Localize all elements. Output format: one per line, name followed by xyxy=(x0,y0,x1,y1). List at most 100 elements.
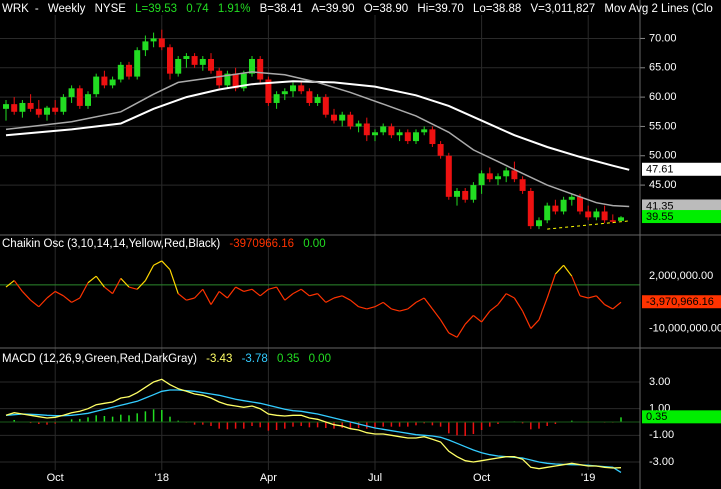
exchange: NYSE xyxy=(94,3,126,15)
price-tick-label: 65.00 xyxy=(649,62,677,74)
candle-body xyxy=(44,107,50,115)
x-tick-label: Jul xyxy=(368,472,382,484)
candle-body xyxy=(199,58,206,65)
high: Hi=39.70 xyxy=(417,3,464,15)
candle-body xyxy=(437,144,444,156)
candle-body xyxy=(511,170,518,180)
candle-body xyxy=(60,97,67,112)
macd-header: MACD (12,26,9,Green,Red,DarkGray) -3.43 … xyxy=(2,353,337,365)
candle-body xyxy=(486,173,493,180)
candle-body xyxy=(462,190,469,200)
candle-body xyxy=(290,85,296,92)
candle-body xyxy=(495,176,501,180)
candle-body xyxy=(413,132,419,142)
candle-body xyxy=(536,220,542,227)
chaikin-header: Chaikin Osc (3,10,14,14,Yellow,Red,Black… xyxy=(2,238,332,250)
change-pct: 1.91% xyxy=(217,3,251,15)
candle-body xyxy=(85,94,91,106)
price-tick-label: 50.00 xyxy=(649,150,677,162)
candle-body xyxy=(3,104,9,109)
candle-body xyxy=(331,114,337,121)
low: Lo=38.88 xyxy=(472,3,522,15)
chaikin-zero: 0.00 xyxy=(303,238,326,250)
x-tick-label: Apr xyxy=(260,472,277,484)
candle-body xyxy=(568,196,575,200)
macd-tick-label: -1.00 xyxy=(649,429,674,441)
candle-body xyxy=(527,190,534,227)
candle-body xyxy=(109,79,116,86)
candle-body xyxy=(380,126,387,133)
candle-body xyxy=(585,211,592,218)
candle-body xyxy=(27,102,34,109)
candle-body xyxy=(150,38,157,42)
candle-body xyxy=(19,102,26,112)
macd-value: -3.43 xyxy=(206,353,233,365)
candle-body xyxy=(76,88,83,106)
candle-body xyxy=(339,114,346,121)
candle-body xyxy=(281,91,288,95)
candle-body xyxy=(421,129,428,133)
candle-body xyxy=(175,58,182,74)
candle-body xyxy=(601,211,608,221)
candle-body xyxy=(593,211,600,218)
candle-body xyxy=(93,76,100,95)
candle-body xyxy=(11,104,18,112)
candle-body xyxy=(396,132,403,136)
candle-body xyxy=(68,88,75,98)
candle-body xyxy=(183,56,190,59)
candle-body xyxy=(560,199,567,212)
candle-body xyxy=(101,76,108,86)
candle-body xyxy=(298,85,305,92)
candle-body xyxy=(306,91,313,103)
price-tick-label: 55.00 xyxy=(649,120,677,132)
chaikin-label: Chaikin Osc (3,10,14,14,Yellow,Red,Black… xyxy=(2,238,221,250)
candle-body xyxy=(363,123,370,136)
price-label: 47.61 xyxy=(646,164,674,176)
chaikin-tick-label: -10,000,000.00 xyxy=(649,322,721,334)
candle-body xyxy=(519,179,526,191)
signal-value: -3.78 xyxy=(241,353,268,365)
candle-body xyxy=(404,132,411,142)
candle-body xyxy=(126,64,132,77)
candle-body xyxy=(142,41,149,51)
x-tick-label: Oct xyxy=(47,472,64,484)
candle-body xyxy=(454,190,460,197)
candle-body xyxy=(429,129,436,145)
macd-label: MACD (12,26,9,Green,Red,DarkGray) xyxy=(2,353,197,365)
x-tick-label: Oct xyxy=(473,472,490,484)
volume: V=3,011,827 xyxy=(530,3,596,15)
ask: A=39.90 xyxy=(311,3,355,15)
macd-hist-label: 0.35 xyxy=(646,411,667,423)
candle-body xyxy=(445,155,452,197)
candle-body xyxy=(347,114,354,127)
candle-body xyxy=(117,64,124,80)
last-price: L=39.53 xyxy=(135,3,178,15)
period: Weekly xyxy=(47,3,86,15)
candle-body xyxy=(609,220,616,222)
candle-body xyxy=(355,123,362,127)
candle-body xyxy=(191,56,198,65)
study-label: Mov Avg 2 Lines (Clo xyxy=(604,3,713,15)
candle-body xyxy=(322,97,329,115)
candle-body xyxy=(388,126,395,136)
candle-body xyxy=(273,94,280,103)
price-label: 39.55 xyxy=(646,211,674,223)
candle-body xyxy=(552,205,559,212)
candle-body xyxy=(52,107,59,112)
macd-zero: 0.00 xyxy=(308,353,331,365)
change: 0.74 xyxy=(186,3,209,15)
price-tick-label: 70.00 xyxy=(649,32,677,44)
candle-body xyxy=(544,205,551,221)
candle-body xyxy=(372,132,378,136)
candle-body xyxy=(577,196,583,212)
price-tick-label: 45.00 xyxy=(649,179,677,191)
candle-body xyxy=(618,217,624,221)
candle-body xyxy=(470,185,477,200)
candle-body xyxy=(314,97,321,103)
candle-body xyxy=(134,50,141,77)
macd-tick-label: 3.00 xyxy=(649,376,670,388)
price-tick-label: 60.00 xyxy=(649,91,677,103)
candle-body xyxy=(167,47,173,74)
candle-body xyxy=(503,170,510,177)
macd-tick-label: -3.00 xyxy=(649,456,674,468)
